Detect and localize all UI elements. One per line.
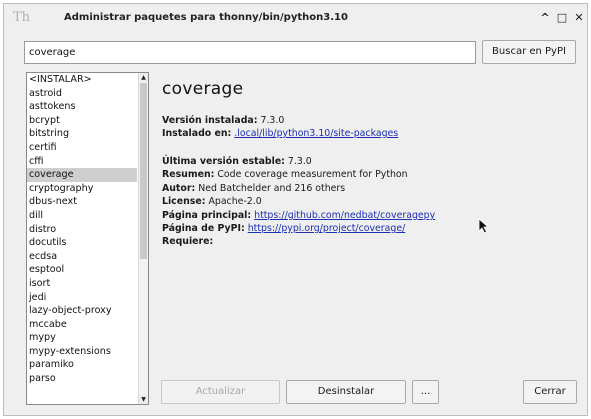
installed-version-value: 7.3.0 (260, 115, 285, 126)
scroll-down-icon[interactable]: ▼ (139, 395, 148, 404)
author-label: Autor: (162, 183, 196, 194)
package-list-item[interactable]: esptool (27, 263, 137, 277)
package-list-item[interactable]: coverage (27, 168, 137, 182)
mouse-cursor-icon (478, 218, 490, 234)
homepage-link[interactable]: https://github.com/nedbat/coveragepy (254, 210, 435, 221)
scroll-up-icon[interactable]: ▲ (139, 73, 148, 82)
search-input[interactable] (24, 41, 476, 64)
close-icon[interactable]: ✕ (572, 11, 586, 25)
summary-label: Resumen: (162, 169, 215, 180)
installed-version-label: Versión instalada: (162, 115, 258, 126)
license-value: Apache-2.0 (208, 196, 262, 207)
package-list-item[interactable]: astroid (27, 87, 137, 101)
author-row: Autor: Ned Batchelder and 216 others (162, 183, 345, 194)
package-list-item[interactable]: paramiko (27, 358, 137, 372)
uninstall-button[interactable]: Desinstalar (286, 380, 406, 404)
latest-version-label: Última versión estable: (162, 156, 285, 167)
package-list-item[interactable]: certifi (27, 141, 137, 155)
package-list-item[interactable]: bcrypt (27, 114, 137, 128)
author-value: Ned Batchelder and 216 others (198, 183, 346, 194)
pypi-page-link[interactable]: https://pypi.org/project/coverage/ (248, 223, 406, 234)
search-pypi-button[interactable]: Buscar en PyPI (482, 40, 576, 64)
title-bar[interactable]: Th Administrar paquetes para thonny/bin/… (4, 4, 587, 32)
package-list-item[interactable]: dbus-next (27, 195, 137, 209)
close-button[interactable]: Cerrar (523, 380, 577, 404)
package-list-item[interactable]: mccabe (27, 318, 137, 332)
pypi-page-label: Página de PyPI: (162, 223, 245, 234)
package-list-item[interactable]: cffi (27, 155, 137, 169)
package-list-item[interactable]: isort (27, 277, 137, 291)
window-title: Administrar paquetes para thonny/bin/pyt… (64, 12, 348, 23)
package-list-item[interactable]: docutils (27, 236, 137, 250)
pypi-page-row: Página de PyPI: https://pypi.org/project… (162, 223, 405, 234)
package-list[interactable]: <INSTALAR> astroid asttokens bcrypt bitstrin… (26, 72, 149, 405)
more-options-button[interactable]: ... (412, 380, 439, 404)
scroll-thumb[interactable] (140, 83, 147, 259)
restore-icon[interactable]: □ (555, 11, 569, 25)
package-list-item[interactable]: parso (27, 372, 137, 386)
installed-at-row: Instalado en: .local/lib/python3.10/site… (162, 128, 398, 139)
latest-version-row: Última versión estable: 7.3.0 (162, 156, 312, 167)
homepage-row: Página principal: https://github.com/ned… (162, 210, 435, 221)
requires-label: Requiere: (162, 236, 214, 247)
package-list-item[interactable]: mypy (27, 331, 137, 345)
installed-at-label: Instalado en: (162, 128, 232, 139)
package-list-item[interactable]: mypy-extensions (27, 345, 137, 359)
update-button[interactable]: Actualizar (161, 380, 280, 404)
package-list-item[interactable]: bitstring (27, 127, 137, 141)
license-row: License: Apache-2.0 (162, 196, 262, 207)
package-name-heading: coverage (162, 79, 244, 99)
summary-row: Resumen: Code coverage measurement for P… (162, 169, 408, 180)
latest-version-value: 7.3.0 (287, 156, 312, 167)
installed-version-row: Versión instalada: 7.3.0 (162, 115, 284, 126)
summary-value: Code coverage measurement for Python (217, 169, 408, 180)
package-list-item[interactable]: jedi (27, 291, 137, 305)
package-list-item[interactable]: <INSTALAR> (27, 73, 137, 87)
requires-row: Requiere: (162, 236, 213, 247)
installed-at-link[interactable]: .local/lib/python3.10/site-packages (234, 128, 398, 139)
package-list-item[interactable]: ecdsa (27, 250, 137, 264)
homepage-label: Página principal: (162, 210, 252, 221)
package-manager-dialog: Th Administrar paquetes para thonny/bin/… (3, 3, 588, 416)
package-list-item[interactable]: asttokens (27, 100, 137, 114)
package-list-scrollbar[interactable]: ▲ ▼ (138, 73, 148, 404)
license-label: License: (162, 196, 206, 207)
package-list-item[interactable]: dill (27, 209, 137, 223)
package-list-item[interactable]: cryptography (27, 182, 137, 196)
package-list-item[interactable]: lazy-object-proxy (27, 304, 137, 318)
maximize-icon[interactable]: ^ (538, 11, 552, 25)
package-list-items: <INSTALAR> astroid asttokens bcrypt bitstrin… (27, 73, 137, 386)
package-list-item[interactable]: distro (27, 223, 137, 237)
